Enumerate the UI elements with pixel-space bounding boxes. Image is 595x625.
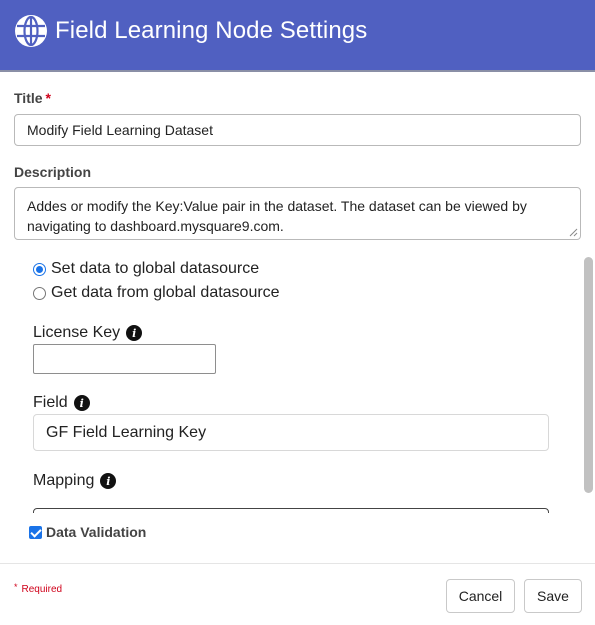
- set-datasource-option[interactable]: Set data to global datasource: [33, 260, 259, 278]
- get-datasource-label: Get data from global datasource: [51, 284, 280, 301]
- save-button[interactable]: Save: [524, 579, 582, 613]
- required-note-asterisk: *: [14, 582, 18, 592]
- required-asterisk: *: [45, 90, 51, 106]
- node-options-scroll-area: Set data to global datasource Get data f…: [14, 255, 581, 513]
- title-input[interactable]: Modify Field Learning Dataset: [14, 114, 581, 146]
- field-label: Field i: [33, 394, 90, 412]
- set-datasource-label: Set data to global datasource: [51, 260, 260, 277]
- title-label-text: Title: [14, 90, 43, 106]
- mapping-label: Mapping i: [33, 472, 117, 490]
- mapping-input[interactable]: [33, 508, 549, 513]
- globe-icon: [15, 15, 47, 47]
- description-text: Addes or modify the Key:Value pair in th…: [27, 198, 527, 234]
- license-key-input[interactable]: [33, 344, 216, 374]
- info-icon[interactable]: i: [73, 395, 90, 411]
- field-input[interactable]: GF Field Learning Key: [33, 414, 549, 451]
- scrollbar[interactable]: [584, 257, 593, 493]
- license-key-label-text: License Key: [33, 324, 121, 341]
- title-label: Title *: [14, 90, 51, 106]
- data-validation-checkbox[interactable]: [29, 525, 42, 539]
- required-note: * Required: [14, 582, 63, 595]
- field-learning-node-settings-dialog: Field Learning Node Settings Title * Modi…: [0, 0, 595, 625]
- get-datasource-radio[interactable]: [33, 286, 46, 300]
- set-datasource-radio[interactable]: [33, 262, 46, 276]
- description-label: Description: [14, 164, 92, 180]
- resize-grip-icon[interactable]: [569, 228, 578, 237]
- get-datasource-option[interactable]: Get data from global datasource: [33, 284, 280, 302]
- data-validation-option[interactable]: Data Validation: [29, 524, 146, 540]
- cancel-button[interactable]: Cancel: [446, 579, 515, 613]
- mapping-label-text: Mapping: [33, 472, 95, 489]
- required-note-text: Required: [21, 584, 63, 595]
- info-icon[interactable]: i: [100, 473, 117, 489]
- description-textarea[interactable]: Addes or modify the Key:Value pair in th…: [14, 187, 581, 240]
- license-key-label: License Key i: [33, 324, 143, 342]
- field-label-text: Field: [33, 394, 68, 411]
- footer-divider: [0, 563, 595, 564]
- dialog-header: Field Learning Node Settings: [0, 0, 595, 72]
- data-validation-label: Data Validation: [46, 524, 147, 540]
- dialog-title: Field Learning Node Settings: [55, 17, 368, 44]
- info-icon[interactable]: i: [126, 325, 143, 341]
